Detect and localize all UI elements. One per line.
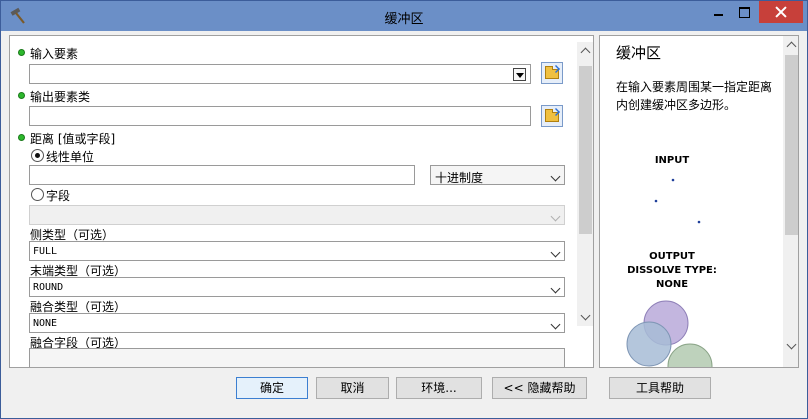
dissolve-field-list[interactable] bbox=[29, 348, 565, 367]
distance-label: 距离 [值或字段] bbox=[30, 132, 116, 146]
field-label: 字段 bbox=[46, 189, 71, 203]
chevron-down-icon[interactable] bbox=[550, 169, 562, 181]
help-title: 缓冲区 bbox=[616, 44, 662, 62]
distance-unit-select[interactable]: 十进制度 bbox=[430, 165, 565, 185]
dissolve-type-value: NONE bbox=[33, 318, 58, 329]
scroll-up-icon[interactable] bbox=[783, 36, 798, 53]
distance-unit-value: 十进制度 bbox=[435, 171, 484, 185]
buffer-dialog-window: 缓冲区 输入要素 输出要素类 距离 [值或字段] 线性单位 十进制度 字段 侧类… bbox=[0, 0, 808, 419]
window-title: 缓冲区 bbox=[384, 12, 424, 27]
environments-button[interactable]: 环境... bbox=[396, 377, 482, 399]
scroll-up-icon[interactable] bbox=[577, 42, 593, 59]
dropdown-arrow-icon[interactable] bbox=[513, 68, 526, 81]
end-type-select[interactable]: ROUND bbox=[29, 277, 565, 297]
dissolve-type-select[interactable]: NONE bbox=[29, 313, 565, 333]
tool-help-button[interactable]: 工具帮助 bbox=[609, 377, 711, 399]
help-panel: 缓冲区 在输入要素周围某一指定距离内创建缓冲区多边形。 INPUT OUTPUT… bbox=[599, 35, 799, 368]
scroll-down-icon[interactable] bbox=[577, 309, 593, 326]
buffer-illustration: INPUT OUTPUT DISSOLVE TYPE: NONE bbox=[600, 146, 783, 367]
help-scrollbar[interactable] bbox=[783, 36, 798, 367]
diagram-dissolve-label: DISSOLVE TYPE: bbox=[627, 265, 717, 276]
input-features-label: 输入要素 bbox=[30, 47, 79, 61]
diagram-output-label: OUTPUT bbox=[649, 251, 695, 262]
diagram-dissolve-value: NONE bbox=[655, 279, 689, 290]
parameters-pane: 输入要素 输出要素类 距离 [值或字段] 线性单位 十进制度 字段 侧类型（可选… bbox=[9, 35, 594, 368]
chevron-down-icon[interactable] bbox=[550, 245, 562, 257]
help-description: 在输入要素周围某一指定距离内创建缓冲区多边形。 bbox=[616, 80, 773, 112]
minimize-button[interactable] bbox=[705, 1, 731, 23]
scroll-thumb[interactable] bbox=[579, 66, 592, 234]
browse-output-button[interactable] bbox=[541, 105, 563, 127]
required-indicator-icon bbox=[18, 134, 25, 141]
side-type-select[interactable]: FULL bbox=[29, 241, 565, 261]
title-bar[interactable]: 缓冲区 bbox=[1, 1, 807, 31]
close-button[interactable] bbox=[759, 1, 803, 23]
parameters-scrollbar[interactable] bbox=[577, 42, 593, 326]
cancel-button[interactable]: 取消 bbox=[316, 377, 389, 399]
output-features-label: 输出要素类 bbox=[30, 90, 91, 104]
distance-value-input[interactable] bbox=[29, 165, 415, 185]
maximize-button[interactable] bbox=[731, 1, 757, 23]
hide-help-button[interactable]: << 隐藏帮助 bbox=[492, 377, 587, 399]
linear-unit-label: 线性单位 bbox=[46, 150, 95, 164]
required-indicator-icon bbox=[18, 49, 25, 56]
distance-field-select bbox=[29, 205, 565, 225]
scroll-thumb[interactable] bbox=[785, 55, 798, 235]
output-features-input[interactable] bbox=[29, 106, 531, 126]
chevron-down-icon bbox=[550, 209, 562, 221]
chevron-down-icon[interactable] bbox=[550, 281, 562, 293]
ok-button[interactable]: 确定 bbox=[236, 377, 308, 399]
field-radio[interactable] bbox=[31, 188, 44, 201]
required-indicator-icon bbox=[18, 92, 25, 99]
browse-input-button[interactable] bbox=[541, 62, 563, 84]
chevron-down-icon[interactable] bbox=[550, 317, 562, 329]
scroll-down-icon[interactable] bbox=[783, 338, 798, 355]
linear-unit-radio[interactable] bbox=[31, 149, 44, 162]
input-features-combo[interactable] bbox=[29, 64, 531, 84]
end-type-value: ROUND bbox=[33, 282, 64, 293]
side-type-value: FULL bbox=[33, 246, 58, 257]
